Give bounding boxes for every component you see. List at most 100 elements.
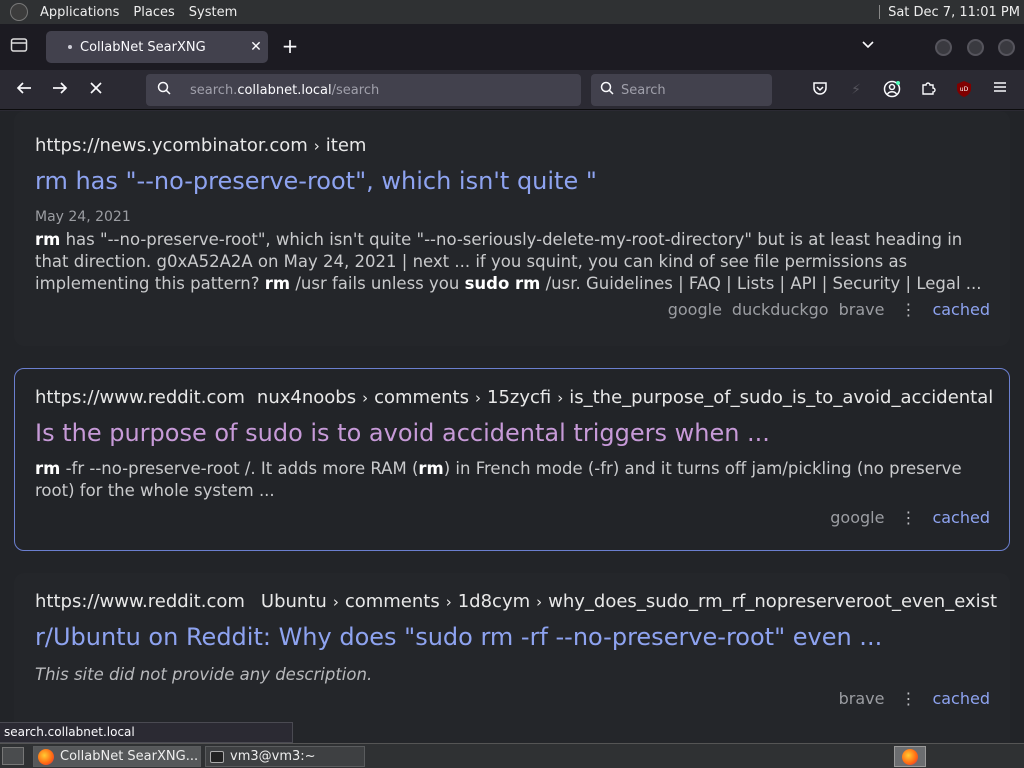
search-placeholder: Search xyxy=(621,82,666,98)
engine-label: brave xyxy=(838,300,885,319)
result-title-link[interactable]: r/Ubuntu on Reddit: Why does "sudo rm -r… xyxy=(35,623,882,651)
result-url-segment: nux4noobs xyxy=(256,387,357,408)
result-url-host: https://www.reddit.com xyxy=(35,387,245,408)
gnome-logo-icon[interactable] xyxy=(10,3,28,21)
download-disabled-icon: ⚡ xyxy=(851,82,861,98)
breadcrumb-separator: › xyxy=(475,389,481,407)
search-icon xyxy=(599,81,615,99)
forward-arrow-icon[interactable] xyxy=(49,79,71,101)
result-date: May 24, 2021 xyxy=(35,209,131,225)
menu-applications[interactable]: Applications xyxy=(38,5,121,20)
more-options-kebab-icon[interactable]: ⋮ xyxy=(900,689,916,708)
more-options-kebab-icon[interactable]: ⋮ xyxy=(900,300,916,319)
url-text: search.collabnet.local/search xyxy=(190,83,379,98)
result-url-segment: 1d8cym xyxy=(457,591,531,612)
nav-toolbar: search.collabnet.local/search Search ⚡ u… xyxy=(0,70,1024,110)
snippet-highlight: rm xyxy=(418,459,444,478)
result-engines: google duckduckgo brave ⋮ cached xyxy=(658,300,990,319)
show-desktop-icon[interactable] xyxy=(2,747,24,765)
terminal-icon xyxy=(210,750,224,763)
engine-label: google xyxy=(830,508,885,527)
result-snippet: rm -fr --no-preserve-root /. It adds mor… xyxy=(35,458,995,502)
engine-label: duckduckgo xyxy=(731,300,829,319)
result-url-segment: why_does_sudo_rm_rf_nopreserveroot_even_… xyxy=(548,591,998,612)
snippet-highlight: rm xyxy=(35,459,61,478)
cached-link[interactable]: cached xyxy=(932,689,990,708)
result-url-host: https://news.ycombinator.com xyxy=(35,135,308,156)
breadcrumb-separator: › xyxy=(536,593,543,611)
extensions-puzzle-icon[interactable] xyxy=(918,80,938,100)
account-icon[interactable] xyxy=(882,80,902,100)
svg-text:uD: uD xyxy=(960,86,969,93)
bottom-taskbar: CollabNet SearXNG... vm3@vm3:~ xyxy=(0,743,1024,768)
result-url[interactable]: https://www.reddit.com nux4noobs › comments… xyxy=(35,387,993,408)
pocket-icon[interactable] xyxy=(810,80,830,100)
breadcrumb-separator: › xyxy=(362,389,369,407)
snippet-highlight: rm xyxy=(35,230,61,249)
taskbar-item-label: CollabNet SearXNG... xyxy=(60,749,199,764)
taskbar-item-label: vm3@vm3:~ xyxy=(230,749,316,764)
menu-places[interactable]: Places xyxy=(131,5,176,20)
result-url-segment: Ubuntu xyxy=(260,591,327,612)
result-url[interactable]: https://www.reddit.com Ubuntu › comments › 1d… xyxy=(35,591,997,612)
result-card-selected: https://www.reddit.com nux4noobs › comments… xyxy=(14,368,1010,551)
result-engines: brave ⋮ cached xyxy=(829,689,990,708)
back-arrow-icon[interactable] xyxy=(13,79,35,101)
search-results-page: https://news.ycombinator.com › item rm has… xyxy=(0,111,1024,743)
cached-link[interactable]: cached xyxy=(932,508,990,527)
list-all-tabs-chevron-down-icon[interactable] xyxy=(858,39,878,55)
result-url-segment: comments xyxy=(344,591,440,612)
tab-loading-dot-icon xyxy=(68,45,72,49)
snippet-text: /usr. Guidelines | FAQ | Lists | API | S… xyxy=(540,274,982,293)
clock[interactable]: Sat Dec 7, 11:01 PM xyxy=(888,5,1020,20)
stop-loading-x-icon[interactable] xyxy=(85,79,107,101)
more-options-kebab-icon[interactable]: ⋮ xyxy=(900,508,916,527)
result-snippet: rm has "--no-preserve-root", which isn't… xyxy=(35,229,995,295)
engine-label: brave xyxy=(838,689,885,708)
result-engines: google ⋮ cached xyxy=(820,508,990,527)
hamburger-menu-icon[interactable] xyxy=(990,80,1010,100)
breadcrumb-separator: › xyxy=(313,137,320,155)
result-card: https://news.ycombinator.com › item rm has… xyxy=(14,111,1010,346)
cached-link[interactable]: cached xyxy=(932,300,990,319)
ublock-origin-icon[interactable]: uD xyxy=(954,80,974,100)
result-card: https://www.reddit.com Ubuntu › comments › 1d… xyxy=(14,573,1010,743)
result-title-link[interactable]: rm has "--no-preserve-root", which isn't… xyxy=(35,167,597,195)
top-panel: Applications Places System Sat Dec 7, 11… xyxy=(0,0,1024,24)
breadcrumb-separator: › xyxy=(557,389,564,407)
snippet-text: /usr fails unless you xyxy=(290,274,465,293)
engine-label: google xyxy=(667,300,722,319)
result-url-segment: comments xyxy=(374,387,469,408)
result-title-link[interactable]: Is the purpose of sudo is to avoid accid… xyxy=(35,419,770,447)
link-status-tooltip: search.collabnet.local xyxy=(0,722,293,743)
workspace-switcher[interactable] xyxy=(894,746,926,767)
url-bar[interactable]: search.collabnet.local/search xyxy=(146,74,581,106)
result-url-segment: 15zycfi xyxy=(487,387,552,408)
tab-close-icon[interactable]: ✕ xyxy=(244,39,268,55)
breadcrumb-separator: › xyxy=(445,593,452,611)
result-url[interactable]: https://news.ycombinator.com › item xyxy=(35,135,366,156)
url-path: /search xyxy=(331,82,380,98)
maximize-button[interactable] xyxy=(967,39,984,56)
breadcrumb-separator: › xyxy=(332,593,339,611)
snippet-text: -fr --no-preserve-root /. It adds more R… xyxy=(60,459,419,478)
url-prefix: search. xyxy=(190,82,238,98)
new-tab-button[interactable]: + xyxy=(280,36,300,57)
snippet-highlight: sudo rm xyxy=(464,274,541,293)
firefox-view-icon[interactable] xyxy=(8,37,30,57)
close-window-button[interactable] xyxy=(998,39,1015,56)
taskbar-item-firefox[interactable]: CollabNet SearXNG... xyxy=(33,746,201,767)
result-url-segment: item xyxy=(325,135,367,156)
search-input[interactable]: Search xyxy=(591,74,772,106)
tab-collabnet-searxng[interactable]: CollabNet SearXNG ✕ xyxy=(46,31,268,63)
result-no-description: This site did not provide any descriptio… xyxy=(35,665,373,684)
firefox-icon xyxy=(38,748,54,765)
result-url-segment: is_the_purpose_of_sudo_is_to_avoid_accid… xyxy=(569,387,994,408)
firefox-icon xyxy=(902,749,918,765)
url-host: collabnet.local xyxy=(237,82,332,98)
tab-title: CollabNet SearXNG xyxy=(80,39,206,55)
minimize-button[interactable] xyxy=(935,39,952,56)
menu-system[interactable]: System xyxy=(187,5,239,20)
result-url-host: https://www.reddit.com xyxy=(35,591,245,612)
taskbar-item-terminal[interactable]: vm3@vm3:~ xyxy=(205,746,365,767)
